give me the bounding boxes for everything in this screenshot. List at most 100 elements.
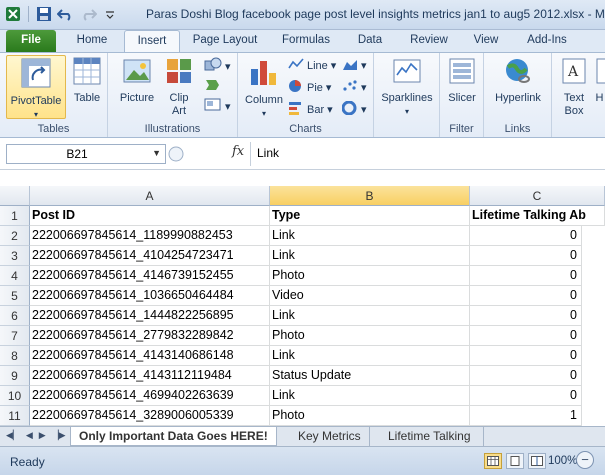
column-chart-button[interactable]: Column ▾ — [242, 55, 286, 120]
zoom-level[interactable]: 100% — [548, 455, 577, 467]
cell-type[interactable]: Link — [270, 306, 470, 326]
tab-data[interactable]: Data — [348, 30, 392, 52]
normal-view-button[interactable] — [484, 453, 502, 469]
bar-chart-button[interactable]: Bar ▾ — [288, 101, 333, 118]
cell-post-id[interactable]: 222006697845614_2779832289842 — [30, 326, 270, 346]
cell-value[interactable]: 0 — [470, 286, 582, 306]
ribbon-spacer — [0, 170, 605, 186]
sheet-tab-important-data[interactable]: Only Important Data Goes HERE! — [70, 427, 277, 446]
row-header[interactable]: 5 — [0, 286, 30, 306]
cell-post-id[interactable]: 222006697845614_4146739152455 — [30, 266, 270, 286]
last-sheet-icon[interactable]: ▕▶ — [52, 430, 66, 441]
redo-icon[interactable] — [79, 5, 97, 23]
shapes-button[interactable]: ▾ — [204, 57, 231, 76]
cell-type[interactable]: Link — [270, 346, 470, 366]
cell-type[interactable]: Photo — [270, 266, 470, 286]
tab-home[interactable]: Home — [66, 30, 118, 52]
sheet-tab-lifetime-talking[interactable]: Lifetime Talking — [380, 427, 484, 446]
cell-value[interactable]: 0 — [470, 346, 582, 366]
cell-type[interactable]: Link — [270, 246, 470, 266]
other-charts-button[interactable]: ▾ — [341, 100, 367, 118]
cell-a1[interactable]: Post ID — [30, 206, 270, 226]
column-header-b[interactable]: B — [270, 186, 470, 206]
row-header[interactable]: 2 — [0, 226, 30, 246]
tab-page-layout[interactable]: Page Layout — [186, 30, 264, 52]
cell-post-id[interactable]: 222006697845614_1036650464484 — [30, 286, 270, 306]
cell-type[interactable]: Link — [270, 226, 470, 246]
cell-value[interactable]: 0 — [470, 246, 582, 266]
tab-view[interactable]: View — [464, 30, 508, 52]
column-header-c[interactable]: C — [470, 186, 605, 206]
row-header[interactable]: 9 — [0, 366, 30, 386]
tab-add-ins[interactable]: Add-Ins — [516, 30, 578, 52]
prev-sheet-icon[interactable]: ◀ — [26, 430, 33, 441]
tab-formulas[interactable]: Formulas — [274, 30, 338, 52]
tab-review[interactable]: Review — [402, 30, 456, 52]
page-break-view-button[interactable] — [528, 453, 546, 469]
picture-button[interactable]: Picture — [118, 55, 156, 105]
hyperlink-button[interactable]: Hyperlink — [488, 55, 548, 105]
chevron-down-icon[interactable]: ▼ — [152, 148, 161, 158]
clip-art-button[interactable]: Clip Art — [164, 55, 194, 118]
formula-bar-resize-icon[interactable] — [168, 146, 184, 162]
cell-post-id[interactable]: 222006697845614_4104254723471 — [30, 246, 270, 266]
row-header[interactable]: 8 — [0, 346, 30, 366]
sparklines-button[interactable]: Sparklines ▾ — [378, 55, 436, 118]
cell-value[interactable]: 0 — [470, 306, 582, 326]
select-all-corner[interactable] — [0, 186, 30, 206]
cell-type[interactable]: Status Update — [270, 366, 470, 386]
zoom-out-button[interactable]: − — [576, 451, 594, 469]
text-box-button[interactable]: A Text Box — [556, 55, 592, 118]
cell-type[interactable]: Video — [270, 286, 470, 306]
cell-post-id[interactable]: 222006697845614_3289006005339 — [30, 406, 270, 426]
customize-toolbar-icon[interactable] — [101, 5, 119, 23]
cell-value[interactable]: 0 — [470, 386, 582, 406]
cell-post-id[interactable]: 222006697845614_1444822256895 — [30, 306, 270, 326]
page-layout-view-button[interactable] — [506, 453, 524, 469]
first-sheet-icon[interactable]: ◀▏ — [6, 430, 20, 441]
cell-value[interactable]: 0 — [470, 226, 582, 246]
pivottable-button[interactable]: PivotTable ▾ — [6, 55, 66, 119]
smartart-button[interactable] — [204, 77, 222, 96]
tab-insert[interactable]: Insert — [124, 30, 180, 52]
cell-b1[interactable]: Type — [270, 206, 470, 226]
row-header[interactable]: 4 — [0, 266, 30, 286]
screenshot-button[interactable]: ▾ — [204, 97, 231, 116]
column-header-a[interactable]: A — [30, 186, 270, 206]
row-header[interactable]: 1 — [0, 206, 30, 226]
row-header[interactable]: 3 — [0, 246, 30, 266]
cell-c1[interactable]: Lifetime Talking Ab — [470, 206, 605, 226]
cell-type[interactable]: Link — [270, 386, 470, 406]
sheet-tab-key-metrics[interactable]: Key Metrics — [290, 427, 370, 446]
cell-value[interactable]: 1 — [470, 406, 582, 426]
insert-function-button[interactable]: fx — [232, 144, 244, 159]
cell-type[interactable]: Photo — [270, 406, 470, 426]
row-header[interactable]: 11 — [0, 406, 30, 426]
cell-post-id[interactable]: 222006697845614_4143140686148 — [30, 346, 270, 366]
row-header[interactable]: 7 — [0, 326, 30, 346]
tab-file[interactable]: File — [6, 30, 56, 52]
scatter-chart-button[interactable]: ▾ — [342, 79, 367, 96]
cell-post-id[interactable]: 222006697845614_4143112119484 — [30, 366, 270, 386]
slicer-button[interactable]: Slicer — [444, 55, 480, 105]
row-header[interactable]: 10 — [0, 386, 30, 406]
cell-post-id[interactable]: 222006697845614_4699402263639 — [30, 386, 270, 406]
cell-value[interactable]: 0 — [470, 366, 582, 386]
area-chart-button[interactable]: ▾ — [342, 57, 367, 74]
cell-post-id[interactable]: 222006697845614_1189990882453 — [30, 226, 270, 246]
name-box[interactable]: B21 ▼ — [6, 144, 166, 164]
cell-value[interactable]: 0 — [470, 266, 582, 286]
pie-chart-button[interactable]: Pie ▾ — [288, 79, 331, 96]
line-chart-button[interactable]: Line ▾ — [288, 57, 336, 74]
row-header[interactable]: 6 — [0, 306, 30, 326]
table-button[interactable]: Table — [70, 55, 104, 105]
cell-type[interactable]: Photo — [270, 326, 470, 346]
save-icon[interactable] — [35, 5, 53, 23]
undo-icon[interactable] — [57, 5, 75, 23]
cell-value[interactable]: 0 — [470, 326, 582, 346]
next-sheet-icon[interactable]: ▶ — [39, 430, 46, 441]
formula-input[interactable]: Link — [257, 146, 279, 160]
header-footer-button[interactable]: H — [594, 55, 605, 105]
excel-icon[interactable] — [4, 5, 22, 23]
group-sparklines: Sparklines ▾ — [374, 53, 440, 137]
